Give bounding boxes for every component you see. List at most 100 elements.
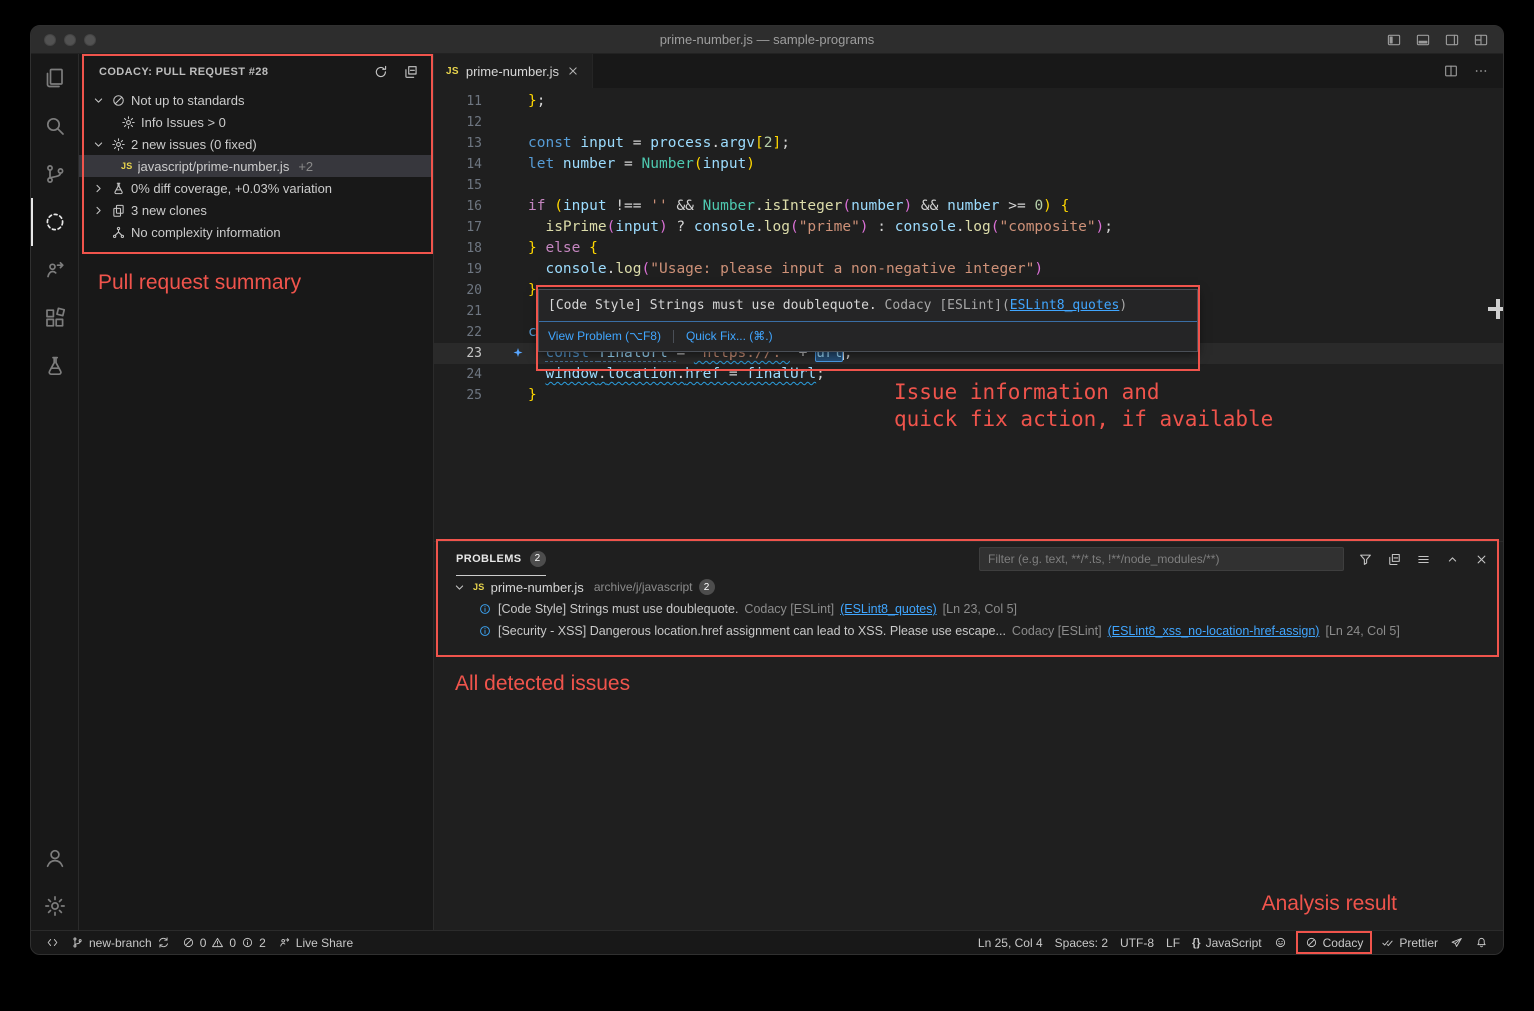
- refresh-icon[interactable]: [373, 64, 389, 80]
- tree-item-info-issues-0[interactable]: Info Issues > 0: [79, 111, 433, 133]
- branch-indicator[interactable]: new-branch: [66, 931, 175, 954]
- errors-icon: [182, 936, 195, 949]
- indentation[interactable]: Spaces: 2: [1050, 931, 1113, 954]
- close-tab-icon[interactable]: [566, 64, 580, 78]
- broadcast-button[interactable]: [1445, 931, 1468, 954]
- code-line-17[interactable]: 17 isPrime(input) ? console.log("prime")…: [434, 217, 1503, 238]
- filter-icon[interactable]: [1358, 552, 1373, 567]
- activitybar-accounts[interactable]: [31, 834, 78, 882]
- sidebar: CODACY: PULL REQUEST #28 Not up to stand…: [79, 54, 434, 930]
- code-line-12[interactable]: 12: [434, 112, 1503, 133]
- info-icon: [478, 602, 492, 616]
- code-line-19[interactable]: 19 console.log("Usage: please input a no…: [434, 259, 1503, 280]
- tree-item-3-new-clones[interactable]: 3 new clones: [79, 199, 433, 221]
- activitybar-source-control[interactable]: [31, 150, 78, 198]
- activitybar-extensions[interactable]: [31, 294, 78, 342]
- code-line-15[interactable]: 15: [434, 175, 1503, 196]
- chevron-up-icon[interactable]: [1445, 552, 1460, 567]
- annotation-issue-info: Issue information and quick fix action, …: [894, 379, 1273, 433]
- tab-problems[interactable]: PROBLEMS 2: [456, 542, 546, 576]
- double-check-icon: [1381, 936, 1394, 949]
- customize-layout-icon[interactable]: [1473, 32, 1489, 48]
- toggle-secondary-sidebar-icon[interactable]: [1444, 32, 1460, 48]
- beaker-icon: [111, 181, 126, 196]
- line-number: 13: [466, 133, 482, 154]
- problems-file-count: 2: [699, 579, 715, 595]
- tab-prime-number-js[interactable]: JS prime-number.js: [434, 54, 593, 88]
- hover-action[interactable]: View Problem (⌥F8): [548, 326, 661, 347]
- feedback-button[interactable]: [1269, 931, 1292, 954]
- js-file-icon: JS: [473, 582, 485, 592]
- annotation-box-codacy: Codacy: [1296, 931, 1373, 954]
- problem-message: [Code Style] Strings must use doublequot…: [498, 602, 738, 616]
- tree-item-0-diff-coverage-0-03-variation[interactable]: 0% diff coverage, +0.03% variation: [79, 177, 433, 199]
- collapse-all-icon[interactable]: [403, 64, 419, 80]
- activitybar-search[interactable]: [31, 102, 78, 150]
- tree-item-label: 3 new clones: [131, 203, 207, 218]
- activitybar-explorer[interactable]: [31, 54, 78, 102]
- source-control-icon: [43, 162, 67, 186]
- chevron-down-icon: [91, 93, 106, 108]
- clone-icon: [111, 203, 126, 218]
- line-number: 19: [466, 259, 482, 280]
- line-number: 14: [466, 154, 482, 175]
- problems-list: JS prime-number.js archive/j/javascript …: [434, 576, 1503, 642]
- beaker-icon: [43, 354, 67, 378]
- tree-item-not-up-to-standards[interactable]: Not up to standards: [79, 89, 433, 111]
- zoom-window-button[interactable]: [84, 34, 96, 46]
- eol-sequence[interactable]: LF: [1161, 931, 1185, 954]
- menu-icon[interactable]: [1416, 552, 1431, 567]
- code-area: 11};1213const input = process.argv[2];14…: [434, 91, 1503, 406]
- chevron-down-icon: [452, 580, 467, 595]
- info-icon: [478, 624, 492, 638]
- activitybar-settings[interactable]: [31, 882, 78, 930]
- problem-rule-link[interactable]: (ESLint8_quotes): [840, 602, 937, 616]
- encoding[interactable]: UTF-8: [1115, 931, 1159, 954]
- sync-icon: [157, 936, 170, 949]
- codacy-status[interactable]: Codacy: [1300, 933, 1369, 952]
- activitybar-live-share[interactable]: [31, 246, 78, 294]
- panel-header: PROBLEMS 2: [434, 542, 1503, 576]
- live-share-label: Live Share: [296, 936, 353, 950]
- titlebar: prime-number.js — sample-programs: [31, 26, 1503, 54]
- split-editor-icon[interactable]: [1443, 63, 1459, 79]
- cursor-position[interactable]: Ln 25, Col 4: [973, 931, 1048, 954]
- collapse-all-icon[interactable]: [1387, 552, 1402, 567]
- hover-action[interactable]: Quick Fix... (⌘.): [686, 326, 773, 347]
- prettier-status[interactable]: Prettier: [1376, 931, 1443, 954]
- code-line-18[interactable]: 18} else {: [434, 238, 1503, 259]
- close-window-button[interactable]: [44, 34, 56, 46]
- line-number: 23: [466, 343, 482, 364]
- close-panel-icon[interactable]: [1474, 552, 1489, 567]
- problems-file-row[interactable]: JS prime-number.js archive/j/javascript …: [434, 576, 1503, 598]
- remote-indicator[interactable]: [41, 931, 64, 954]
- gear-icon: [121, 115, 136, 130]
- hover-eslint-link[interactable]: ESLint8_quotes: [1010, 298, 1120, 313]
- toggle-panel-icon[interactable]: [1415, 32, 1431, 48]
- code-line-16[interactable]: 16if (input !== '' && Number.isInteger(n…: [434, 196, 1503, 217]
- problems-indicator[interactable]: 0 0 2: [177, 931, 271, 954]
- tree-item-no-complexity-information[interactable]: No complexity information: [79, 221, 433, 243]
- editor[interactable]: 11};1213const input = process.argv[2];14…: [434, 88, 1503, 541]
- problems-filter-input[interactable]: [979, 547, 1344, 571]
- activitybar-testing[interactable]: [31, 342, 78, 390]
- code-line-13[interactable]: 13const input = process.argv[2];: [434, 133, 1503, 154]
- live-share-button[interactable]: Live Share: [273, 931, 358, 954]
- tree-item-2-new-issues-0-fixed[interactable]: 2 new issues (0 fixed): [79, 133, 433, 155]
- problem-row[interactable]: [Code Style] Strings must use doublequot…: [434, 598, 1503, 620]
- line-number: 16: [466, 196, 482, 217]
- problem-rule-link[interactable]: (ESLint8_xss_no-location-href-assign): [1108, 624, 1320, 638]
- tree-item-javascript-prime-number-js[interactable]: JSjavascript/prime-number.js+2: [79, 155, 433, 177]
- problem-row[interactable]: [Security - XSS] Dangerous location.href…: [434, 620, 1503, 642]
- code-line-11[interactable]: 11};: [434, 91, 1503, 112]
- language-mode[interactable]: {} JavaScript: [1187, 931, 1267, 954]
- minimize-window-button[interactable]: [64, 34, 76, 46]
- activitybar-codacy[interactable]: [31, 198, 78, 246]
- line-number: 20: [466, 280, 482, 301]
- notifications-button[interactable]: [1470, 931, 1493, 954]
- branch-icon: [71, 936, 84, 949]
- toggle-sidebar-icon[interactable]: [1386, 32, 1402, 48]
- more-actions-icon[interactable]: [1473, 63, 1489, 79]
- code-line-14[interactable]: 14let number = Number(input): [434, 154, 1503, 175]
- error-count: 0: [200, 936, 207, 950]
